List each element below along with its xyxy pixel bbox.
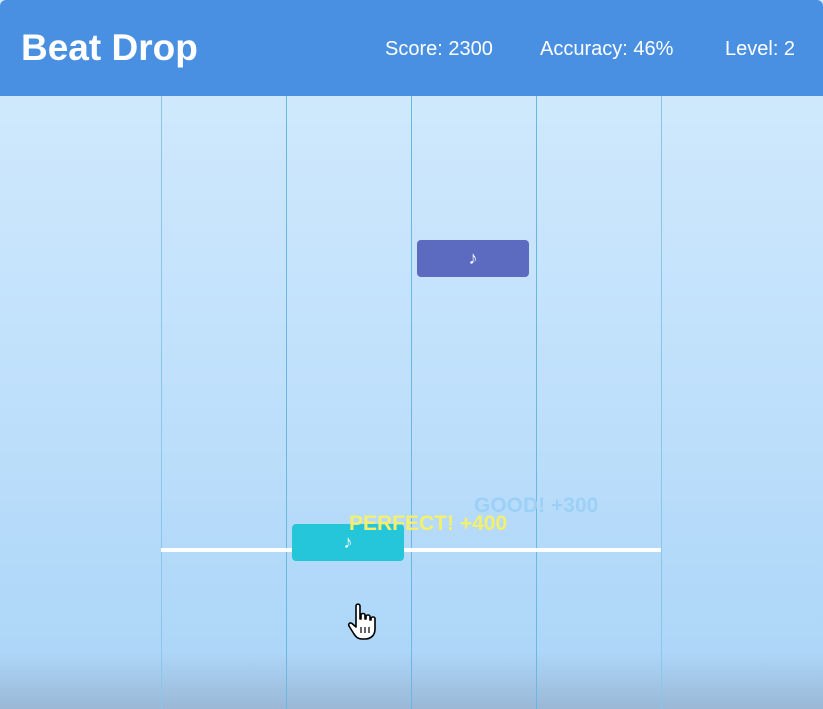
lane-divider [411, 96, 412, 709]
playfield[interactable]: ♪ ♪ GOOD! +300 PERFECT! +400 [0, 96, 823, 709]
lane-divider [536, 96, 537, 709]
game-title: Beat Drop [21, 27, 198, 68]
score-display: Score: 2300 [385, 38, 493, 60]
perfect-feedback: PERFECT! +400 [349, 512, 508, 535]
falling-note[interactable]: ♪ [417, 240, 529, 277]
lane-divider [286, 96, 287, 709]
hand-pointer-icon [346, 602, 380, 642]
hit-line [161, 548, 661, 552]
lane-divider [161, 96, 162, 709]
level-display: Level: 2 [725, 38, 796, 60]
accuracy-display: Accuracy: 46% [540, 38, 674, 60]
lane-divider [661, 96, 662, 709]
game-header: Beat Drop Score: 2300 Accuracy: 46% Leve… [0, 0, 823, 96]
